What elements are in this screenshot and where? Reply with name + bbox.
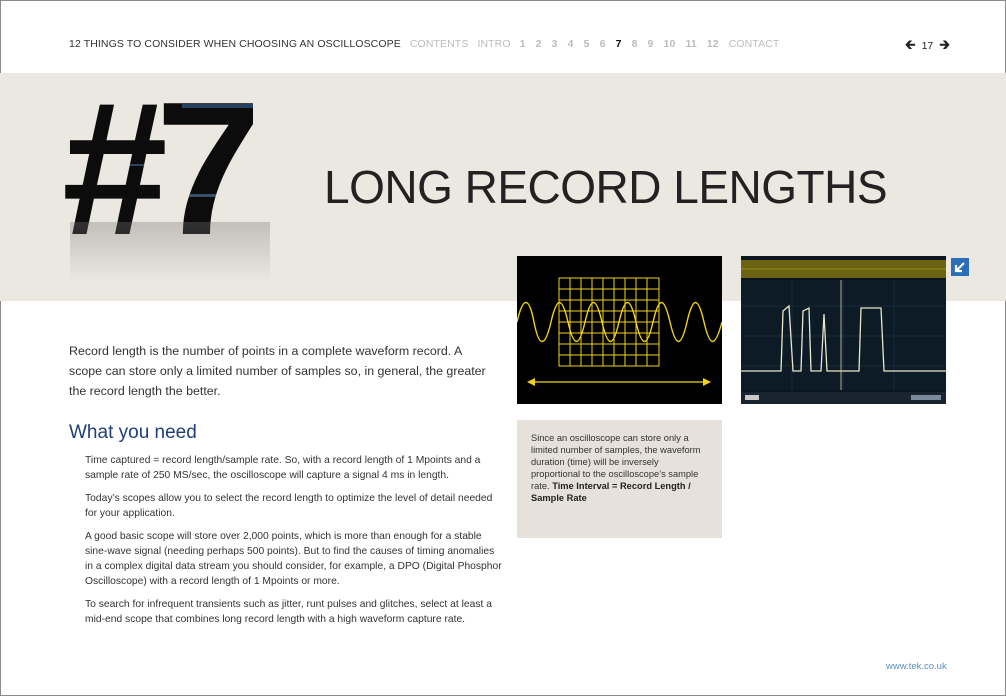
body-paragraph: Time captured = record length/sample rat… <box>85 455 481 481</box>
section-title: LONG RECORD LENGTHS <box>324 161 888 213</box>
nav-intro-link[interactable]: INTRO <box>477 38 510 50</box>
oscilloscope-screen-image <box>741 256 946 404</box>
sample-window-illustration <box>516 256 723 404</box>
nav-chapter-12[interactable]: 12 <box>707 38 719 50</box>
expand-arrow-icon[interactable] <box>951 258 969 276</box>
nav-chapter-9[interactable]: 9 <box>648 38 654 50</box>
nav-chapter-10[interactable]: 10 <box>664 38 676 50</box>
nav-chapter-8[interactable]: 8 <box>632 38 638 50</box>
arrow-left-icon[interactable]: 🡰 <box>905 37 916 52</box>
page-number: 17 <box>921 40 934 52</box>
nav-contact-link[interactable]: CONTACT <box>729 38 780 50</box>
top-navigation: 12 THINGS TO CONSIDER WHEN CHOOSING AN O… <box>69 38 785 50</box>
body-paragraph: Today’s scopes allow you to select the r… <box>85 493 493 519</box>
footer-website-link[interactable]: www.tek.co.uk <box>886 661 947 672</box>
nav-chapter-5[interactable]: 5 <box>584 38 590 50</box>
number-reflection <box>70 222 270 282</box>
what-you-need-body: Time captured = record length/sample rat… <box>85 453 505 635</box>
nav-chapter-2[interactable]: 2 <box>536 38 542 50</box>
page-navigator: 🡰 17 🡲 <box>905 36 950 58</box>
nav-chapter-11[interactable]: 11 <box>685 38 696 50</box>
nav-chapter-4[interactable]: 4 <box>568 38 574 50</box>
nav-contents-link[interactable]: CONTENTS <box>410 38 469 50</box>
nav-chapter-7-active[interactable]: 7 <box>616 38 622 50</box>
nav-chapter-6[interactable]: 6 <box>600 38 606 50</box>
caption-formula: Time Interval = Record Length / Sample R… <box>531 481 691 503</box>
body-paragraph: To search for infrequent transients such… <box>85 599 492 625</box>
arrow-right-icon[interactable]: 🡲 <box>939 37 950 52</box>
document-title: 12 THINGS TO CONSIDER WHEN CHOOSING AN O… <box>69 38 401 50</box>
nav-chapter-3[interactable]: 3 <box>552 38 558 50</box>
intro-paragraph: Record length is the number of points in… <box>69 344 486 398</box>
nav-chapter-1[interactable]: 1 <box>520 38 526 50</box>
what-you-need-heading: What you need <box>69 422 197 443</box>
body-paragraph: A good basic scope will store over 2,000… <box>85 531 502 587</box>
caption-box: Since an oscilloscope can store only a l… <box>517 420 722 538</box>
